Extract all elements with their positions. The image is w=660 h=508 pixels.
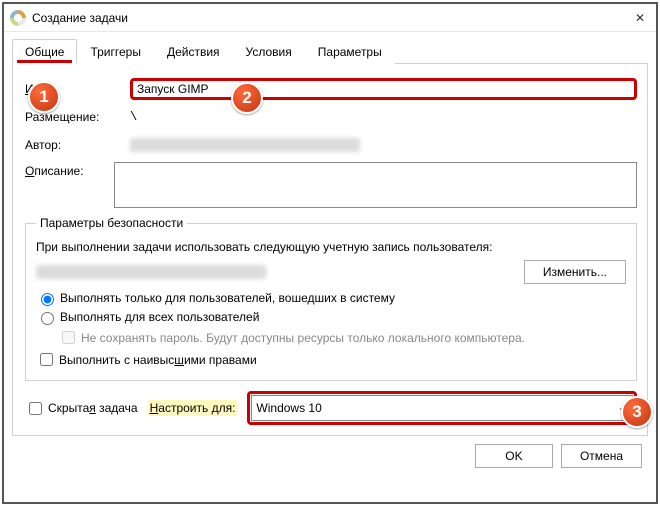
tab-triggers[interactable]: Триггеры bbox=[77, 39, 154, 64]
elevated-checkbox[interactable] bbox=[40, 353, 53, 366]
nosave-password: Не сохранять пароль. Будут доступны ресу… bbox=[58, 328, 626, 347]
cancel-button[interactable]: Отмена bbox=[561, 444, 642, 468]
dialog-actions: OK Отмена bbox=[12, 436, 648, 468]
radio-logged-on[interactable]: Выполнять только для пользователей, воше… bbox=[36, 290, 626, 306]
author-value-blurred bbox=[130, 138, 360, 152]
dialog-window: Создание задачи ✕ Общие Триггеры Действи… bbox=[2, 2, 658, 504]
tab-conditions[interactable]: Условия bbox=[233, 39, 305, 64]
elevated-check[interactable]: Выполнить с наивысшими правами bbox=[36, 350, 626, 369]
close-icon[interactable]: ✕ bbox=[630, 11, 650, 25]
bottom-row: Скрытая задача Настроить для: Windows 10… bbox=[25, 391, 637, 425]
hidden-task-checkbox[interactable] bbox=[29, 402, 42, 415]
change-user-button[interactable]: Изменить... bbox=[524, 260, 626, 284]
annotation-badge-3: 3 bbox=[621, 396, 653, 428]
ok-button[interactable]: OK bbox=[475, 444, 553, 468]
description-label: Описание: bbox=[25, 162, 114, 178]
configure-for-label: Настроить для: bbox=[148, 400, 238, 416]
tab-general[interactable]: Общие bbox=[12, 39, 77, 64]
security-legend: Параметры безопасности bbox=[36, 216, 187, 230]
annotation-badge-2: 2 bbox=[231, 82, 263, 114]
tab-actions[interactable]: Действия bbox=[154, 39, 233, 64]
description-input[interactable] bbox=[114, 162, 637, 208]
radio-all-users[interactable]: Выполнять для всех пользователей bbox=[36, 309, 626, 325]
author-label: Автор: bbox=[25, 138, 130, 152]
tab-settings[interactable]: Параметры bbox=[305, 39, 395, 64]
configure-for-select[interactable]: Windows 10 bbox=[251, 395, 633, 421]
titlebar: Создание задачи ✕ bbox=[4, 4, 656, 32]
security-group: Параметры безопасности При выполнении за… bbox=[25, 216, 637, 381]
tab-body-general: Имя: Размещение: \ Автор: Описание: Пара… bbox=[12, 64, 648, 436]
hidden-task[interactable]: Скрытая задача bbox=[25, 399, 138, 418]
annotation-badge-1: 1 bbox=[28, 81, 60, 113]
configure-for-wrap: Windows 10 ⌄ bbox=[247, 391, 637, 425]
nosave-password-checkbox bbox=[62, 331, 75, 344]
name-input[interactable] bbox=[130, 78, 637, 100]
tab-general-label: Общие bbox=[25, 45, 64, 59]
task-scheduler-icon bbox=[10, 10, 26, 26]
radio-logged-on-input[interactable] bbox=[41, 293, 54, 306]
radio-all-users-input[interactable] bbox=[41, 312, 54, 325]
placement-value: \ bbox=[130, 110, 137, 124]
content-area: Общие Триггеры Действия Условия Параметр… bbox=[4, 32, 656, 476]
account-value-blurred bbox=[36, 265, 266, 279]
window-title: Создание задачи bbox=[32, 11, 624, 25]
security-msg: При выполнении задачи использовать следу… bbox=[36, 240, 626, 254]
tab-strip: Общие Триггеры Действия Условия Параметр… bbox=[12, 38, 648, 64]
